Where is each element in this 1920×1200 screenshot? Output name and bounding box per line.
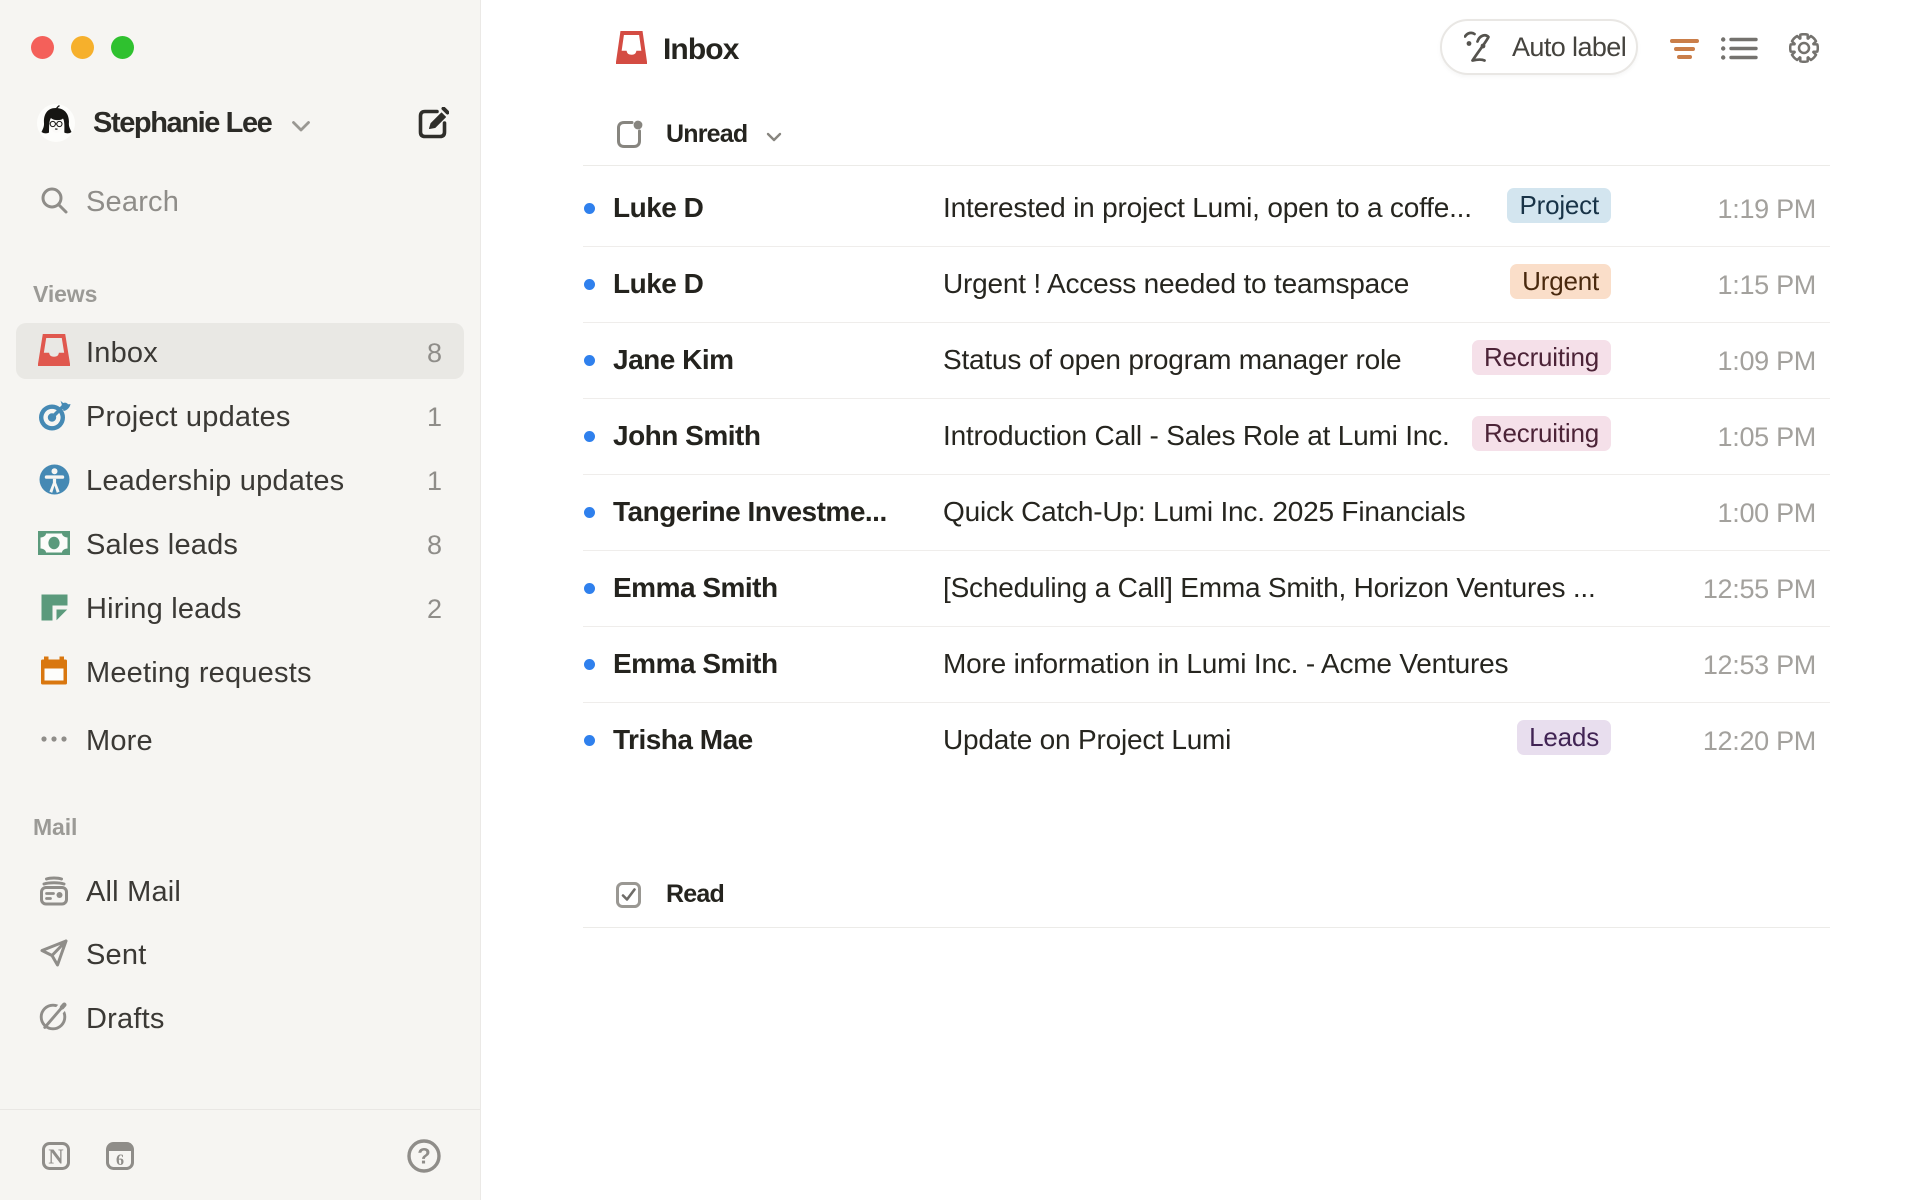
svg-text:?: ? [417, 1144, 430, 1169]
svg-text:6: 6 [116, 1152, 124, 1169]
svg-text:N: N [48, 1145, 63, 1169]
